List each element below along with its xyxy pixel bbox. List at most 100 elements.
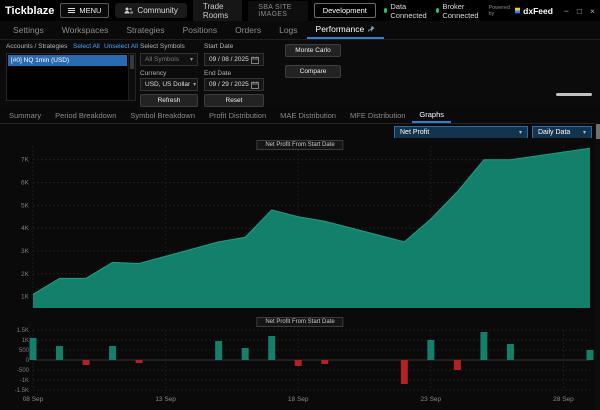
period-dropdown-value: Daily Data [538,129,570,136]
nav-item-workspaces[interactable]: Workspaces [53,21,118,39]
chevron-down-icon: ▾ [519,129,522,136]
daily-net-profit-bar [427,340,434,360]
chevron-down-icon: ▾ [190,56,193,63]
daily-net-profit-bar [454,360,461,370]
y-axis-tick-label: 7K [21,157,30,164]
menu-button[interactable]: MENU [60,3,109,18]
y-axis-tick-label: 1K [22,338,29,344]
broker-connected-label: Broker Connected [442,2,480,20]
daily-net-profit-bar [30,338,37,360]
daily-net-profit-bar [587,350,594,360]
dxfeed-logo-icon [515,7,521,14]
refresh-button[interactable]: Refresh [140,94,198,107]
x-axis-tick-label: 08 Sep [23,396,44,403]
currency-dropdown[interactable]: USD, US Dollar ▾ [140,78,198,91]
accounts-listbox: [#0] NQ 1min (USD) [6,53,136,101]
nav-item-logs[interactable]: Logs [270,21,306,39]
y-axis-tick-label: 500 [19,348,30,354]
titlebar: Tickblaze MENU Community Trade Rooms SBA… [0,0,600,21]
accounts-strategies-label: Accounts / Strategies [6,43,67,50]
y-axis-tick-label: 4K [21,225,30,232]
listbox-scrollbar[interactable] [128,54,135,100]
daily-net-profit-bar [136,360,143,363]
daily-net-profit-bar [295,360,302,366]
report-tabs: Summary Period Breakdown Symbol Breakdow… [0,108,600,124]
vertical-scrollbar-thumb[interactable] [596,124,600,139]
end-date-input[interactable]: 09 / 29 / 2025 [204,78,264,91]
workspace-tab-trade-rooms[interactable]: Trade Rooms [193,0,242,23]
listbox-scrollbar-thumb[interactable] [130,55,134,69]
nav-item-performance[interactable]: Performance [307,21,385,39]
start-date-value: 09 / 08 / 2025 [209,56,249,63]
vertical-scrollbar[interactable] [595,122,600,410]
broker-connected-status: Broker Connected [436,2,480,20]
compare-button[interactable]: Compare [285,65,341,78]
powered-by-label: Powered by [488,5,511,17]
calendar-icon [251,81,259,89]
daily-net-profit-bar [242,348,249,360]
tab-period-breakdown[interactable]: Period Breakdown [48,108,123,123]
select-all-link[interactable]: Select All [73,43,100,50]
people-icon [124,7,133,14]
account-list-item-selected[interactable]: [#0] NQ 1min (USD) [8,55,127,66]
horizontal-scrollbar-thumb[interactable] [556,93,592,96]
tab-mae-distribution[interactable]: MAE Distribution [273,108,343,123]
y-axis-tick-label: 1.5K [17,328,29,334]
performance-charts: 1K2K3K4K5K6K7K1.5K1K5000-500-1K-1.5K08 S… [0,138,600,410]
powered-by-dxfeed: Powered by dxFeed [488,5,552,17]
workspace-tab-sba-site-images[interactable]: SBA SITE IMAGES [248,1,307,21]
menu-button-label: MENU [79,6,101,15]
unselect-all-link[interactable]: Unselect All [104,43,138,50]
community-button-label: Community [137,6,177,15]
daily-net-profit-bar [480,332,487,360]
nav-item-performance-label: Performance [316,24,365,34]
nav-item-positions[interactable]: Positions [174,21,227,39]
close-button[interactable]: × [590,6,595,16]
x-axis-tick-label: 23 Sep [421,396,442,403]
y-axis-tick-label: 6K [21,180,30,187]
window-controls: − □ × [564,6,595,16]
minimize-button[interactable]: − [564,6,569,16]
daily-net-profit-bar [83,360,90,365]
monte-carlo-button[interactable]: Monte Carlo [285,44,341,57]
nav-item-orders[interactable]: Orders [226,21,270,39]
data-connected-status: Data Connected [384,2,428,20]
start-date-input[interactable]: 09 / 08 / 2025 [204,53,264,66]
tab-graphs[interactable]: Graphs [412,108,451,123]
tab-summary[interactable]: Summary [2,108,48,123]
main-navbar: Settings Workspaces Strategies Positions… [0,21,600,40]
currency-dropdown-value: USD, US Dollar [145,81,190,88]
x-axis-tick-label: 28 Sep [553,396,574,403]
y-axis-tick-label: 2K [21,271,30,278]
reset-button[interactable]: Reset [204,94,264,107]
x-axis-tick-label: 13 Sep [155,396,176,403]
hamburger-icon [68,8,75,13]
symbols-dropdown[interactable]: All Symbols ▾ [140,53,198,66]
cumulative-chart-title: Net Profit From Start Date [256,140,343,150]
x-axis-tick-label: 18 Sep [288,396,309,403]
filters-panel: Accounts / Strategies Select All Unselec… [0,40,600,108]
y-axis-tick-label: 5K [21,202,30,209]
daily-net-profit-bar [109,346,116,360]
end-date-label: End Date [204,70,231,77]
nav-item-strategies[interactable]: Strategies [117,21,173,39]
tab-mfe-distribution[interactable]: MFE Distribution [343,108,412,123]
maximize-button[interactable]: □ [577,6,582,16]
community-button[interactable]: Community [115,3,186,18]
start-date-label: Start Date [204,43,233,50]
tab-profit-distribution[interactable]: Profit Distribution [202,108,273,123]
daily-net-profit-bar [56,346,63,360]
metric-dropdown-value: Net Profit [400,129,429,136]
symbols-dropdown-value: All Symbols [145,56,179,63]
dxfeed-brand-label: dxFeed [523,6,553,16]
nav-item-settings[interactable]: Settings [4,21,53,39]
charts-area: Net Profit From Start Date Net Profit Fr… [0,138,600,410]
daily-net-profit-bar [215,341,222,360]
pin-icon [368,25,375,33]
calendar-icon [251,56,259,64]
tab-symbol-breakdown[interactable]: Symbol Breakdown [123,108,202,123]
select-symbols-label: Select Symbols [140,43,185,50]
app-logo: Tickblaze [5,5,54,17]
net-profit-area-series [33,148,590,308]
daily-net-profit-bar [507,344,514,360]
